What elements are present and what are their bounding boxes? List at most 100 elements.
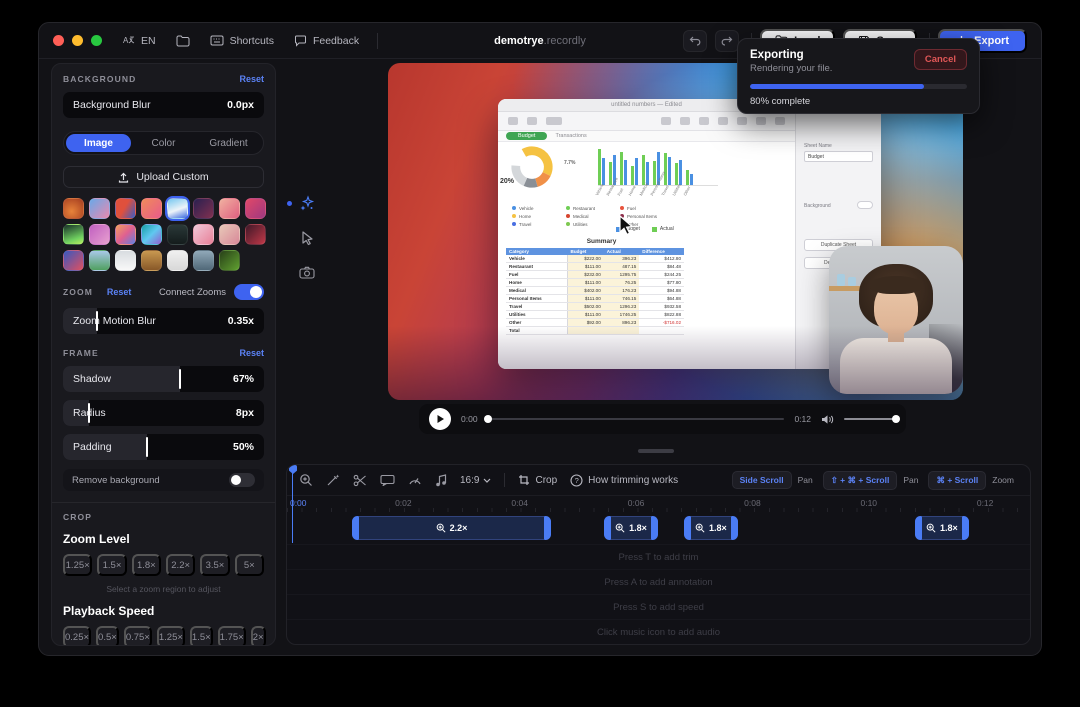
background-thumbnail[interactable] (115, 198, 136, 219)
aspect-ratio-dropdown[interactable]: 16:9 (460, 475, 491, 486)
region-right-handle[interactable] (544, 516, 551, 540)
frame-radius-slider[interactable]: Radius8px (63, 400, 264, 426)
zoom-level-option[interactable]: 2.2× (166, 554, 195, 576)
playback-speed-option[interactable]: 2× (251, 626, 266, 646)
zoom-reset-link[interactable]: Reset (107, 287, 132, 297)
connect-zooms-toggle[interactable] (234, 284, 264, 300)
playback-speed-option[interactable]: 1.75× (218, 626, 246, 646)
zoom-level-option[interactable]: 1.25× (63, 554, 92, 576)
background-thumbnail[interactable] (63, 250, 84, 271)
background-blur-slider[interactable]: Background Blur0.0px (63, 92, 264, 118)
maximize-window-button[interactable] (91, 35, 102, 46)
background-thumbnail[interactable] (89, 250, 110, 271)
region-left-handle[interactable] (915, 516, 922, 540)
playhead[interactable] (289, 465, 298, 545)
region-left-handle[interactable] (684, 516, 691, 540)
speed-button[interactable] (408, 474, 422, 486)
playback-speed-option[interactable]: 0.25× (63, 626, 91, 646)
crop-button[interactable]: Crop (518, 474, 557, 486)
zoom-region-chip[interactable]: 1.8× (684, 516, 738, 540)
zoom-motion-blur-slider[interactable]: Zoom Motion Blur0.35x (63, 308, 264, 334)
background-thumbnail[interactable] (245, 198, 266, 219)
settings-sidebar: BACKGROUNDReset Background Blur0.0px Ima… (51, 63, 276, 646)
seek-handle[interactable] (484, 415, 492, 423)
playback-speed-option[interactable]: 1.25× (157, 626, 185, 646)
background-thumbnail[interactable] (219, 224, 240, 245)
region-right-handle[interactable] (731, 516, 738, 540)
background-thumbnail[interactable] (245, 224, 266, 245)
background-thumbnail[interactable] (193, 250, 214, 271)
background-thumbnail[interactable] (141, 250, 162, 271)
cut-button[interactable] (353, 474, 367, 487)
language-selector[interactable]: A EN (122, 34, 156, 47)
cursor-tool-button[interactable] (296, 227, 318, 249)
magic-trim-button[interactable] (326, 473, 340, 487)
zoom-region-chip[interactable]: 1.8× (915, 516, 969, 540)
remove-background-toggle[interactable] (229, 473, 255, 487)
background-reset-link[interactable]: Reset (239, 74, 264, 84)
zoom-region-chip[interactable]: 1.8× (604, 516, 659, 540)
playback-speed-buttons: 0.25×0.5×0.75×1.25×1.5×1.75×2× (63, 626, 264, 646)
region-left-handle[interactable] (604, 516, 611, 540)
background-thumbnail[interactable] (141, 198, 162, 219)
panel-resize-handle[interactable] (638, 449, 674, 453)
background-thumbnail[interactable] (167, 250, 188, 271)
minimize-window-button[interactable] (72, 35, 83, 46)
play-button[interactable] (429, 408, 451, 430)
how-trimming-works-link[interactable]: ? How trimming works (570, 474, 678, 487)
frame-padding-slider[interactable]: Padding50% (63, 434, 264, 460)
frame-reset-link[interactable]: Reset (239, 348, 264, 358)
region-right-handle[interactable] (962, 516, 969, 540)
tab-gradient[interactable]: Gradient (196, 134, 261, 152)
background-thumbnail[interactable] (167, 198, 188, 219)
background-thumbnail[interactable] (193, 224, 214, 245)
zoom-level-option[interactable]: 5× (235, 554, 264, 576)
zoom-level-option[interactable]: 1.8× (132, 554, 161, 576)
background-thumbnail[interactable] (167, 224, 188, 245)
background-thumbnail[interactable] (63, 198, 84, 219)
tab-image[interactable]: Image (66, 134, 131, 152)
playback-speed-option[interactable]: 0.5× (96, 626, 119, 646)
volume-handle[interactable] (892, 415, 900, 423)
playback-speed-option[interactable]: 1.5× (190, 626, 213, 646)
region-left-handle[interactable] (352, 516, 359, 540)
feedback-button[interactable]: Feedback (294, 35, 359, 47)
close-window-button[interactable] (53, 35, 64, 46)
camera-tool-button[interactable] (296, 261, 318, 283)
toolbar-divider (377, 33, 378, 49)
table-row: Personal Items$111.00746.15$64.88 (506, 295, 684, 303)
effects-tool-button[interactable] (296, 193, 318, 215)
background-thumbnail[interactable] (219, 250, 240, 271)
background-thumbnail[interactable] (115, 250, 136, 271)
undo-button[interactable] (683, 30, 707, 52)
webcam-overlay[interactable] (829, 246, 963, 394)
background-thumbnail[interactable] (115, 224, 136, 245)
speaker-icon[interactable] (821, 414, 834, 425)
tab-color[interactable]: Color (131, 134, 196, 152)
annotation-button[interactable] (380, 474, 395, 486)
redo-button[interactable] (715, 30, 739, 52)
background-thumbnail[interactable] (63, 224, 84, 245)
frame-shadow-slider[interactable]: Shadow67% (63, 366, 264, 392)
sheet-name-label: Sheet Name (804, 143, 832, 149)
background-thumbnail[interactable] (141, 224, 162, 245)
cancel-export-button[interactable]: Cancel (914, 49, 967, 70)
background-thumbnail[interactable] (89, 198, 110, 219)
table-cell: Fuel (506, 271, 568, 279)
playback-speed-option[interactable]: 0.75× (124, 626, 152, 646)
volume-slider[interactable] (844, 418, 896, 420)
background-thumbnail[interactable] (193, 198, 214, 219)
region-right-handle[interactable] (651, 516, 658, 540)
projects-button[interactable] (176, 35, 190, 47)
shortcuts-button[interactable]: Shortcuts (210, 35, 274, 47)
background-thumbnail[interactable] (89, 224, 110, 245)
upload-custom-button[interactable]: Upload Custom (63, 166, 264, 188)
background-thumbnail[interactable] (219, 198, 240, 219)
timeline-ruler[interactable]: 0:000:020:040:060:080:100:12 (287, 495, 1030, 512)
zoom-region-chip[interactable]: 2.2× (352, 516, 550, 540)
timeline-zoom-button[interactable] (299, 473, 313, 487)
zoom-level-option[interactable]: 1.5× (97, 554, 126, 576)
zoom-level-option[interactable]: 3.5× (200, 554, 229, 576)
seek-bar[interactable] (488, 418, 785, 420)
music-button[interactable] (435, 474, 447, 487)
